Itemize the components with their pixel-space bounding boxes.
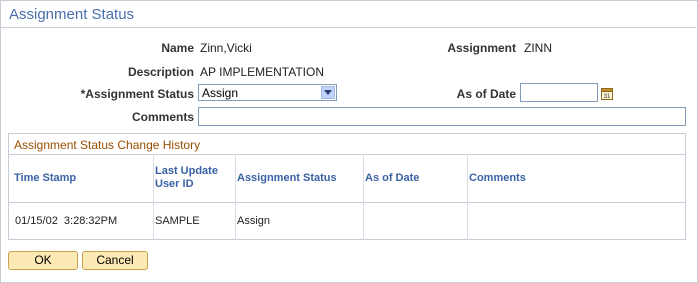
name-label: Name bbox=[161, 41, 194, 55]
ok-button[interactable]: OK bbox=[8, 251, 78, 270]
column-header-assignment-status[interactable]: Assignment Status bbox=[237, 172, 337, 185]
description-value: AP IMPLEMENTATION bbox=[200, 65, 325, 79]
column-header-time-stamp[interactable]: Time Stamp bbox=[14, 172, 76, 185]
column-divider bbox=[153, 154, 154, 240]
history-grid: Assignment Status Change History Time St… bbox=[8, 133, 686, 240]
assignment-label: Assignment bbox=[447, 41, 516, 55]
column-divider bbox=[467, 154, 468, 240]
column-header-user-id[interactable]: Last Update User ID bbox=[155, 165, 218, 191]
grid-header-divider bbox=[9, 202, 685, 203]
as-of-date-label: As of Date bbox=[456, 87, 516, 101]
page-header: Assignment Status bbox=[0, 0, 696, 28]
cancel-button[interactable]: Cancel bbox=[82, 251, 148, 270]
description-label: Description bbox=[127, 65, 194, 79]
page-title: Assignment Status bbox=[9, 6, 135, 23]
assignment-status-label: *Assignment Status bbox=[80, 87, 194, 101]
chevron-down-icon[interactable] bbox=[321, 86, 335, 99]
column-header-comments[interactable]: Comments bbox=[469, 172, 526, 185]
svg-text:31: 31 bbox=[604, 94, 611, 100]
column-header-as-of-date[interactable]: As of Date bbox=[365, 172, 419, 185]
as-of-date-field[interactable] bbox=[520, 83, 598, 102]
cell-user-id: SAMPLE bbox=[155, 215, 200, 227]
cell-time-stamp: 01/15/02 3:28:32PM bbox=[15, 215, 118, 227]
assignment-value: ZINN bbox=[524, 41, 552, 55]
comments-field[interactable] bbox=[198, 107, 686, 126]
assignment-status-select[interactable]: Assign bbox=[198, 84, 337, 101]
comments-label: Comments bbox=[131, 110, 194, 124]
assignment-status-value: Assign bbox=[202, 86, 239, 100]
history-grid-title: Assignment Status Change History bbox=[14, 138, 201, 152]
name-value: Zinn,Vicki bbox=[200, 41, 252, 55]
grid-title-divider bbox=[9, 154, 685, 155]
calendar-icon[interactable]: 31 bbox=[601, 87, 613, 100]
cell-assignment-status: Assign bbox=[237, 215, 271, 227]
column-divider bbox=[235, 154, 236, 240]
column-divider bbox=[363, 154, 364, 240]
header-divider bbox=[0, 27, 696, 28]
